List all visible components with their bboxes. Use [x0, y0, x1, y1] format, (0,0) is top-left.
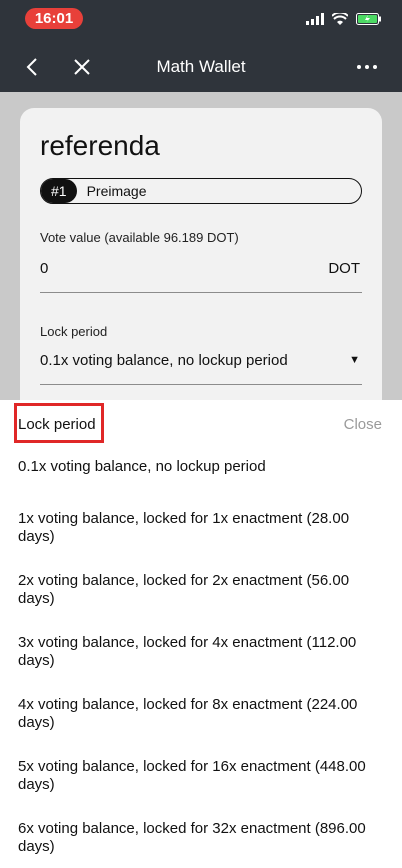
lock-option[interactable]: 0.1x voting balance, no lockup period: [0, 448, 402, 488]
battery-icon: [356, 13, 382, 25]
lock-option[interactable]: 2x voting balance, locked for 2x enactme…: [0, 558, 402, 620]
wifi-icon: [332, 13, 348, 25]
sheet-title: Lock period: [18, 416, 96, 433]
more-icon[interactable]: [352, 52, 382, 82]
lock-option[interactable]: 5x voting balance, locked for 16x enactm…: [0, 744, 402, 806]
lock-option[interactable]: 6x voting balance, locked for 32x enactm…: [0, 806, 402, 868]
vote-value-label: Vote value (available 96.189 DOT): [40, 230, 239, 245]
card-title: referenda: [40, 130, 160, 161]
status-time: 16:01: [25, 8, 83, 29]
status-icons: [306, 10, 382, 28]
signal-icon: [306, 13, 324, 25]
referendum-number: #1: [41, 179, 77, 203]
sheet-header: Lock period Close: [0, 400, 402, 448]
sheet-close-button[interactable]: Close: [344, 416, 382, 433]
dropdown-caret-icon[interactable]: ▼: [349, 354, 360, 366]
lock-option[interactable]: 1x voting balance, locked for 1x enactme…: [0, 488, 402, 558]
referendum-label: Preimage: [86, 183, 147, 199]
divider: [40, 384, 362, 385]
divider: [40, 292, 362, 293]
lock-period-select[interactable]: 0.1x voting balance, no lockup period: [40, 352, 288, 369]
vote-value-input[interactable]: 0: [40, 260, 48, 277]
lock-period-sheet: Lock period Close 0.1x voting balance, n…: [0, 400, 402, 855]
referenda-card: referenda #1 Preimage Vote value (availa…: [20, 108, 382, 444]
nav-bar: Math Wallet: [0, 38, 402, 92]
referendum-tag: #1 Preimage: [40, 178, 362, 204]
lock-option[interactable]: 3x voting balance, locked for 4x enactme…: [0, 620, 402, 682]
lock-period-label: Lock period: [40, 324, 108, 339]
lock-option[interactable]: 4x voting balance, locked for 8x enactme…: [0, 682, 402, 744]
nav-title: Math Wallet: [156, 57, 246, 76]
status-bar: 16:01: [0, 0, 402, 38]
vote-unit: DOT: [328, 260, 360, 277]
lock-period-options: 0.1x voting balance, no lockup period 1x…: [0, 448, 402, 868]
